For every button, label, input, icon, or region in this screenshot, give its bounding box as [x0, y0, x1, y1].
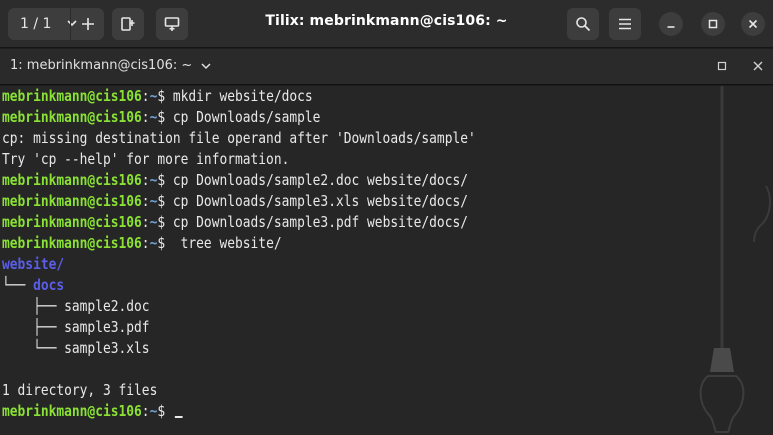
directory-name: docs — [33, 276, 65, 294]
terminal-line: └── docs — [2, 275, 476, 296]
command-text — [165, 402, 173, 420]
terminal-line: 1 directory, 3 files — [2, 380, 476, 401]
terminal-line: └── sample3.xls — [2, 338, 476, 359]
prompt-user: mebrinkmann@cis106 — [2, 192, 142, 210]
maximize-terminal-icon[interactable] — [716, 60, 728, 72]
minimize-button[interactable] — [659, 12, 683, 36]
command-text: cp Downloads/sample — [165, 108, 321, 126]
search-icon — [576, 17, 591, 32]
prompt-user: mebrinkmann@cis106 — [2, 108, 142, 126]
terminal-line: mebrinkmann@cis106:~$ cp Downloads/sampl… — [2, 212, 476, 233]
prompt-user: mebrinkmann@cis106 — [2, 234, 142, 252]
prompt-dollar: $ — [157, 108, 166, 126]
command-text: cp Downloads/sample2.doc website/docs/ — [165, 171, 468, 189]
prompt-separator: : — [141, 171, 150, 189]
terminal-line: mebrinkmann@cis106:~$ cp Downloads/sampl… — [2, 170, 476, 191]
prompt-dollar: $ — [157, 402, 166, 420]
command-text: cp Downloads/sample3.xls website/docs/ — [165, 192, 468, 210]
prompt-separator: : — [141, 108, 150, 126]
close-icon — [748, 19, 758, 29]
prompt-user: mebrinkmann@cis106 — [2, 213, 142, 231]
directory-name: website/ — [2, 255, 65, 273]
output-text: ├── sample3.pdf — [2, 318, 150, 336]
prompt-path: ~ — [149, 192, 158, 210]
terminal-line: cp: missing destination file operand aft… — [2, 128, 476, 149]
prompt-separator: : — [141, 234, 150, 252]
prompt-separator: : — [141, 402, 150, 420]
terminal-lines: mebrinkmann@cis106:~$ mkdir website/docs… — [2, 86, 553, 422]
minimize-icon — [667, 26, 675, 28]
command-text: cp Downloads/sample3.pdf website/docs/ — [165, 213, 468, 231]
prompt-path: ~ — [149, 87, 158, 105]
terminal-line: website/ — [2, 254, 476, 275]
prompt-path: ~ — [149, 402, 158, 420]
output-text: cp: missing destination file operand aft… — [2, 129, 476, 147]
prompt-path: ~ — [149, 108, 158, 126]
terminal-line: mebrinkmann@cis106:~$ mkdir website/docs — [2, 86, 476, 107]
window-title: Tilix: mebrinkmann@cis106: ~ — [265, 13, 508, 29]
prompt-path: ~ — [149, 213, 158, 231]
maximize-icon — [708, 19, 718, 29]
prompt-separator: : — [141, 213, 150, 231]
terminal-line: mebrinkmann@cis106:~$ tree website/ — [2, 233, 476, 254]
output-text: 1 directory, 3 files — [2, 381, 158, 399]
prompt-dollar: $ — [157, 192, 166, 210]
terminal-output[interactable]: mebrinkmann@cis106:~$ mkdir website/docs… — [0, 86, 773, 435]
terminal-title-dropdown[interactable]: 1: mebrinkmann@cis106: ~ — [10, 58, 212, 73]
output-text: ├── sample2.doc — [2, 297, 150, 315]
search-button[interactable] — [567, 8, 599, 40]
prompt-user: mebrinkmann@cis106 — [2, 402, 142, 420]
chevron-down-icon — [201, 62, 211, 69]
terminal-title: 1: mebrinkmann@cis106: ~ — [10, 58, 193, 73]
prompt-user: mebrinkmann@cis106 — [2, 171, 142, 189]
prompt-path: ~ — [149, 234, 158, 252]
terminal-header: 1: mebrinkmann@cis106: ~ — [0, 49, 773, 85]
prompt-dollar: $ — [157, 171, 166, 189]
output-text: Try 'cp --help' for more information. — [2, 150, 290, 168]
hamburger-menu-icon — [619, 18, 631, 30]
lightbulb-wallpaper-icon — [699, 86, 771, 433]
prompt-dollar: $ — [157, 87, 166, 105]
terminal-line: Try 'cp --help' for more information. — [2, 149, 476, 170]
prompt-path: ~ — [149, 171, 158, 189]
command-text: mkdir website/docs — [165, 87, 313, 105]
terminal-line: mebrinkmann@cis106:~$ cp Downloads/sampl… — [2, 107, 476, 128]
prompt-dollar: $ — [157, 234, 166, 252]
prompt-dollar: $ — [157, 213, 166, 231]
terminal-line: ├── sample2.doc — [2, 296, 476, 317]
prompt-user: mebrinkmann@cis106 — [2, 87, 142, 105]
terminal-line: mebrinkmann@cis106:~$ — [2, 401, 476, 422]
terminal-line: mebrinkmann@cis106:~$ cp Downloads/sampl… — [2, 191, 476, 212]
close-terminal-icon[interactable] — [752, 60, 764, 72]
close-window-button[interactable] — [741, 12, 765, 36]
terminal-line: ├── sample3.pdf — [2, 317, 476, 338]
text-cursor — [174, 416, 183, 418]
maximize-button[interactable] — [701, 12, 725, 36]
menu-button[interactable] — [609, 8, 641, 40]
output-text: └── sample3.xls — [2, 339, 150, 357]
prompt-separator: : — [141, 192, 150, 210]
command-text: tree website/ — [165, 234, 282, 252]
title-bar: 1 / 1 Tilix: mebrinkmann@cis106: ~ — [0, 0, 773, 48]
tree-prefix: └── — [2, 276, 34, 294]
prompt-separator: : — [141, 87, 150, 105]
